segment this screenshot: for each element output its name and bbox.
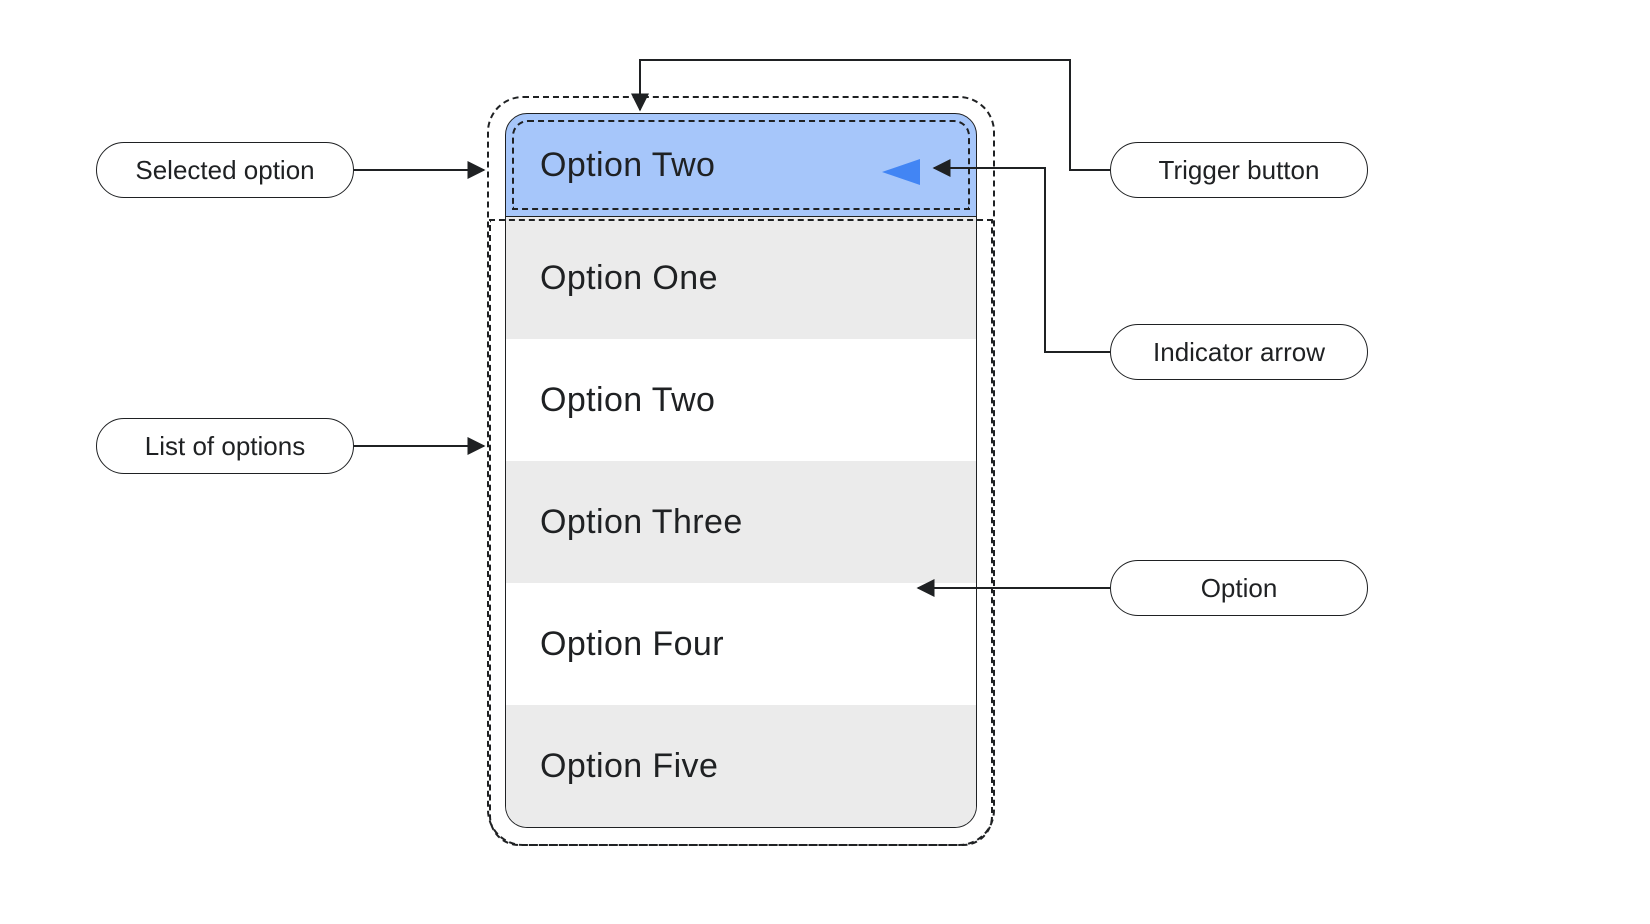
option-label: Option Four: [540, 625, 724, 664]
option-label: Option Two: [540, 381, 715, 420]
trigger-button[interactable]: Option Two: [505, 113, 977, 217]
indicator-arrow-icon: [882, 155, 920, 194]
callout-trigger-button: Trigger button: [1110, 142, 1368, 198]
option-label: Option Five: [540, 747, 718, 786]
callout-option: Option: [1110, 560, 1368, 616]
option-label: Option Three: [540, 503, 743, 542]
options-list-wrap: Option One Option Two Option Three Optio…: [505, 217, 977, 828]
option-item[interactable]: Option Three: [506, 461, 976, 583]
dropdown-component: Option Two Option One Option Two Option …: [505, 113, 977, 828]
option-item[interactable]: Option One: [506, 217, 976, 339]
option-item[interactable]: Option Four: [506, 583, 976, 705]
diagram-canvas: Option Two Option One Option Two Option …: [0, 0, 1650, 924]
options-list[interactable]: Option One Option Two Option Three Optio…: [505, 217, 977, 828]
callout-list-of-options: List of options: [96, 418, 354, 474]
option-item[interactable]: Option Two: [506, 339, 976, 461]
callout-selected-option: Selected option: [96, 142, 354, 198]
option-item[interactable]: Option Five: [506, 705, 976, 827]
option-label: Option One: [540, 259, 718, 298]
callout-indicator-arrow: Indicator arrow: [1110, 324, 1368, 380]
selected-option-label: Option Two: [540, 146, 715, 185]
